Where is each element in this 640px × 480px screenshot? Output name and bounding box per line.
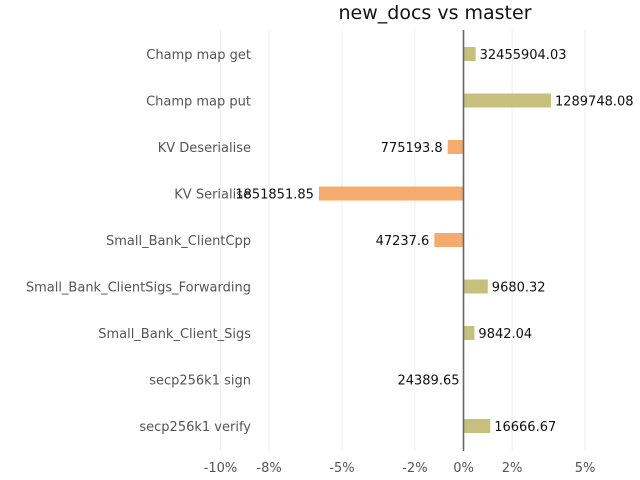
bar: [447, 140, 464, 154]
chart: new_docs vs master Champ map getChamp ma…: [26, 2, 634, 476]
x-tick-label: -8%: [256, 461, 281, 476]
bar: [434, 233, 464, 247]
x-tick-label: -5%: [329, 461, 354, 476]
chart-title: new_docs vs master: [338, 2, 531, 24]
data-label: 47237.6: [376, 234, 430, 249]
category-label: Champ map put: [146, 95, 251, 110]
category-label: secp256k1 sign: [149, 374, 251, 389]
bar: [463, 47, 476, 61]
bar: [463, 93, 551, 108]
data-label: 1289748.08: [555, 95, 634, 110]
x-tick-label: -2%: [402, 461, 427, 476]
category-label: Small_Bank_ClientSigs_Forwarding: [26, 281, 251, 296]
data-label: 16666.67: [494, 420, 556, 435]
x-tick-label: 2%: [502, 461, 523, 476]
x-tick-label: 5%: [575, 461, 596, 476]
bar: [463, 326, 475, 340]
data-label: 24389.65: [397, 374, 459, 389]
bar: [463, 419, 491, 433]
x-tick-label: -10%: [204, 461, 238, 476]
data-label: 775193.8: [381, 141, 443, 156]
category-label: Small_Bank_ClientCpp: [106, 234, 251, 249]
data-label: 1851851.85: [235, 188, 314, 203]
x-tick-label: 0%: [453, 461, 474, 476]
bar: [463, 279, 488, 294]
category-labels: Champ map get Champ map put KV Deserialise…: [26, 48, 251, 435]
data-label: 9842.04: [478, 327, 532, 342]
category-label: secp256k1 verify: [139, 420, 251, 435]
category-label: Small_Bank_Client_Sigs: [98, 327, 251, 342]
data-label: 9680.32: [492, 281, 546, 296]
bar: [318, 186, 464, 201]
x-axis-ticks: -10%-8%-5%-2%0%2%5%8%: [204, 461, 596, 476]
category-label: KV Deserialise: [158, 141, 251, 156]
category-label: Champ map get: [146, 48, 251, 63]
data-label: 32455904.03: [480, 48, 567, 63]
